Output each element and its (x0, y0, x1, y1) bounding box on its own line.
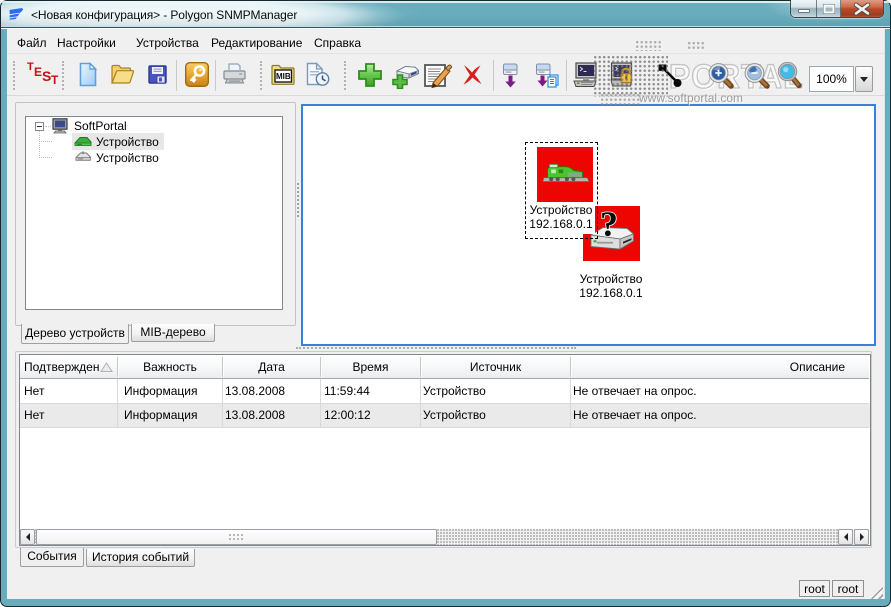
svg-text:MIB: MIB (276, 72, 291, 81)
